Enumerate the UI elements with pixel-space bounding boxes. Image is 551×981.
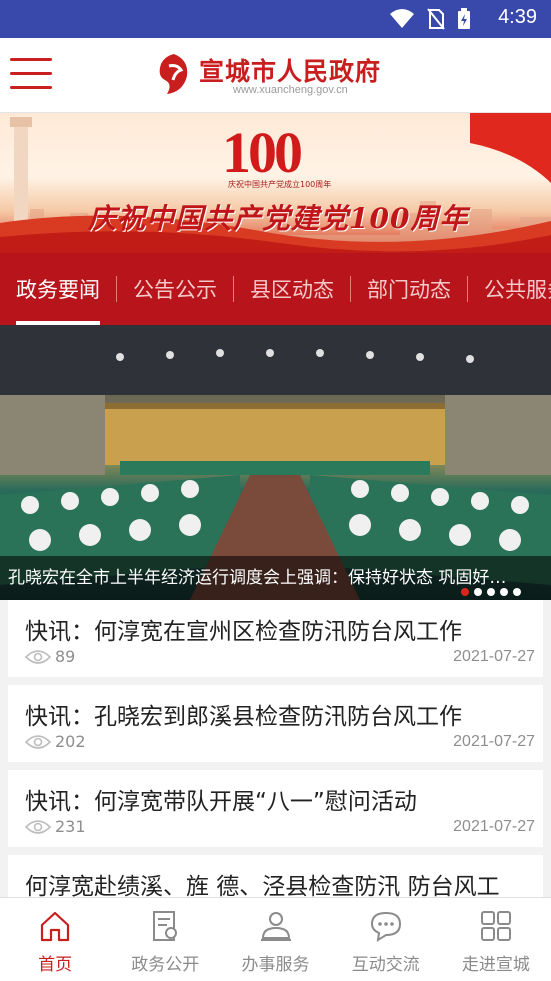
category-tabs: 政务要闻 公告公示 县区动态 部门动态 公共服务 bbox=[0, 253, 551, 325]
nav-home[interactable]: 首页 bbox=[0, 898, 110, 981]
news-item[interactable]: 快讯：何淳宽在宣州区检查防汛防台风工作 89 2021-07-27 bbox=[8, 600, 543, 677]
status-time: 4:39 bbox=[498, 6, 537, 28]
nav-about-city[interactable]: 走进宣城 bbox=[441, 898, 551, 981]
view-count: 231 bbox=[25, 817, 86, 836]
tab-county-news[interactable]: 县区动态 bbox=[234, 253, 350, 325]
battery-charging-icon bbox=[458, 8, 470, 29]
news-date: 2021-07-27 bbox=[453, 818, 535, 835]
nav-gov-affairs[interactable]: 政务公开 bbox=[110, 898, 220, 981]
carousel-dot[interactable] bbox=[487, 588, 495, 596]
nav-gov-affairs-label: 政务公开 bbox=[131, 955, 200, 975]
site-title: 宣城市人民政府 bbox=[199, 57, 382, 86]
grid-icon bbox=[480, 911, 511, 941]
tab-department-news[interactable]: 部门动态 bbox=[351, 253, 467, 325]
bottom-nav: 首页 政务公开 办事服务 互动交流 走进宣城 bbox=[0, 897, 551, 981]
wifi-icon bbox=[390, 9, 414, 28]
document-icon bbox=[153, 911, 178, 941]
news-title: 何淳宽赴绩溪、旌 德、泾县检查防汛 防台风工 bbox=[25, 874, 500, 900]
site-url: www.xuancheng.gov.cn bbox=[233, 84, 348, 96]
view-count: 89 bbox=[25, 647, 75, 666]
carousel-dot[interactable] bbox=[461, 588, 469, 596]
menu-button[interactable] bbox=[10, 56, 54, 92]
no-sim-icon bbox=[427, 8, 445, 30]
view-count-value: 202 bbox=[55, 732, 86, 751]
eye-icon bbox=[25, 819, 51, 834]
news-title: 快讯：何淳宽在宣州区检查防汛防台风工作 bbox=[25, 619, 462, 645]
nav-home-label: 首页 bbox=[38, 955, 73, 975]
view-count: 202 bbox=[25, 732, 86, 751]
logo-emblem-icon bbox=[159, 54, 188, 94]
nav-interaction[interactable]: 互动交流 bbox=[331, 898, 441, 981]
tab-announcements[interactable]: 公告公示 bbox=[117, 253, 233, 325]
chat-icon bbox=[370, 911, 401, 942]
view-count-value: 89 bbox=[55, 647, 76, 666]
status-bar: 4:39 bbox=[0, 0, 551, 38]
eye-icon bbox=[25, 734, 51, 749]
banner-caption: 庆祝中国共产党建党100周年 bbox=[88, 202, 469, 235]
site-logo[interactable]: 宣城市人民政府 www.xuancheng.gov.cn bbox=[155, 50, 405, 102]
news-list: 快讯：何淳宽在宣州区检查防汛防台风工作 89 2021-07-27 快讯：孔晓宏… bbox=[0, 600, 551, 940]
tab-politics-news[interactable]: 政务要闻 bbox=[0, 253, 116, 325]
news-item[interactable]: 快讯：何淳宽带队开展“八一”慰问活动 231 2021-07-27 bbox=[8, 770, 543, 847]
home-icon bbox=[40, 911, 70, 942]
carousel-dot[interactable] bbox=[474, 588, 482, 596]
nav-services-label: 办事服务 bbox=[241, 955, 310, 975]
nav-services[interactable]: 办事服务 bbox=[220, 898, 330, 981]
banner-100-mark: 100 bbox=[222, 120, 303, 185]
eye-icon bbox=[25, 649, 51, 664]
service-icon bbox=[260, 912, 291, 941]
news-date: 2021-07-27 bbox=[453, 648, 535, 665]
view-count-value: 231 bbox=[55, 817, 86, 836]
nav-interaction-label: 互动交流 bbox=[351, 955, 420, 975]
banner-subtitle: 庆祝中国共产党成立100周年 bbox=[228, 180, 332, 189]
status-icons bbox=[389, 8, 471, 30]
tab-public-service[interactable]: 公共服务 bbox=[468, 253, 551, 325]
news-item[interactable]: 快讯：孔晓宏到郎溪县检查防汛防台风工作 202 2021-07-27 bbox=[8, 685, 543, 762]
anniversary-banner[interactable]: 100 庆祝中国共产党成立100周年 庆祝中国共产党建党100周年 bbox=[0, 113, 551, 253]
news-date: 2021-07-27 bbox=[453, 733, 535, 750]
hero-carousel[interactable]: 孔晓宏在全市上半年经济运行调度会上强调：保持好状态 巩固好… bbox=[0, 325, 551, 600]
nav-about-city-label: 走进宣城 bbox=[461, 955, 530, 975]
app-header: 宣城市人民政府 www.xuancheng.gov.cn bbox=[0, 38, 551, 113]
carousel-dot[interactable] bbox=[500, 588, 508, 596]
carousel-indicators bbox=[461, 588, 521, 596]
carousel-dot[interactable] bbox=[513, 588, 521, 596]
news-title: 快讯：何淳宽带队开展“八一”慰问活动 bbox=[25, 789, 417, 815]
news-title: 快讯：孔晓宏到郎溪县检查防汛防台风工作 bbox=[25, 704, 462, 730]
